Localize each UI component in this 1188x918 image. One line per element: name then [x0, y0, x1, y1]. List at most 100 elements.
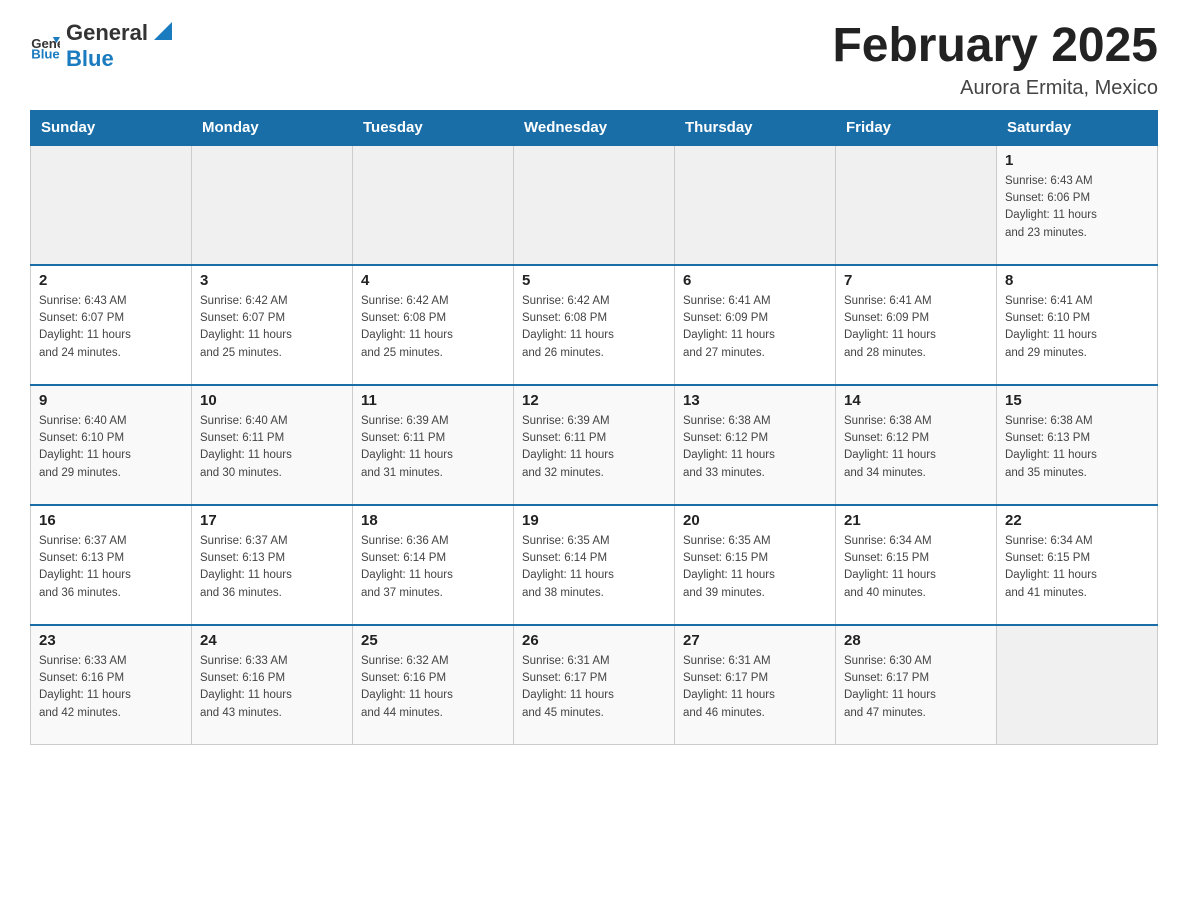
- calendar-cell: 28 Sunrise: 6:30 AMSunset: 6:17 PMDayligh…: [836, 625, 997, 745]
- calendar-cell: [514, 145, 675, 265]
- day-info: Sunrise: 6:34 AMSunset: 6:15 PMDaylight:…: [844, 533, 988, 602]
- calendar-cell: 21 Sunrise: 6:34 AMSunset: 6:15 PMDayligh…: [836, 505, 997, 625]
- day-info: Sunrise: 6:42 AMSunset: 6:08 PMDaylight:…: [522, 293, 666, 362]
- calendar-cell: [997, 625, 1158, 745]
- calendar-cell: 7Sunrise: 6:41 AMSunset: 6:09 PMDaylight…: [836, 265, 997, 385]
- calendar-cell: 10Sunrise: 6:40 AMSunset: 6:11 PMDayligh…: [192, 385, 353, 505]
- day-number: 18: [361, 512, 505, 529]
- calendar-cell: 12 Sunrise: 6:39 AMSunset: 6:11 PMDayligh…: [514, 385, 675, 505]
- calendar-cell: 8 Sunrise: 6:41 AMSunset: 6:10 PMDaylight…: [997, 265, 1158, 385]
- day-number: 8: [1005, 272, 1149, 289]
- calendar-cell: 23 Sunrise: 6:33 AMSunset: 6:16 PMDayligh…: [31, 625, 192, 745]
- day-of-week-header: Tuesday: [353, 110, 514, 145]
- day-number: 15: [1005, 392, 1149, 409]
- day-info: Sunrise: 6:33 AMSunset: 6:16 PMDaylight:…: [39, 653, 183, 722]
- day-info: Sunrise: 6:32 AMSunset: 6:16 PMDaylight:…: [361, 653, 505, 722]
- calendar-week-row: 9 Sunrise: 6:40 AMSunset: 6:10 PMDaylight…: [31, 385, 1158, 505]
- day-info: Sunrise: 6:40 AMSunset: 6:10 PMDaylight:…: [39, 413, 183, 482]
- calendar-cell: 9 Sunrise: 6:40 AMSunset: 6:10 PMDaylight…: [31, 385, 192, 505]
- day-number: 17: [200, 512, 344, 529]
- day-number: 22: [1005, 512, 1149, 529]
- day-info: Sunrise: 6:43 AMSunset: 6:06 PMDaylight:…: [1005, 173, 1149, 242]
- day-number: 13: [683, 392, 827, 409]
- day-number: 9: [39, 392, 183, 409]
- calendar-cell: [192, 145, 353, 265]
- day-info: Sunrise: 6:41 AMSunset: 6:09 PMDaylight:…: [683, 293, 827, 362]
- calendar-cell: 19Sunrise: 6:35 AMSunset: 6:14 PMDayligh…: [514, 505, 675, 625]
- calendar-week-row: 23 Sunrise: 6:33 AMSunset: 6:16 PMDayligh…: [31, 625, 1158, 745]
- calendar-cell: 11Sunrise: 6:39 AMSunset: 6:11 PMDayligh…: [353, 385, 514, 505]
- calendar-cell: 6 Sunrise: 6:41 AMSunset: 6:09 PMDaylight…: [675, 265, 836, 385]
- day-info: Sunrise: 6:35 AMSunset: 6:15 PMDaylight:…: [683, 533, 827, 602]
- day-info: Sunrise: 6:30 AMSunset: 6:17 PMDaylight:…: [844, 653, 988, 722]
- day-of-week-header: Wednesday: [514, 110, 675, 145]
- day-info: Sunrise: 6:38 AMSunset: 6:12 PMDaylight:…: [683, 413, 827, 482]
- calendar-cell: [675, 145, 836, 265]
- day-number: 3: [200, 272, 344, 289]
- day-info: Sunrise: 6:33 AMSunset: 6:16 PMDaylight:…: [200, 653, 344, 722]
- day-number: 24: [200, 632, 344, 649]
- day-number: 5: [522, 272, 666, 289]
- calendar-cell: [836, 145, 997, 265]
- day-info: Sunrise: 6:42 AMSunset: 6:08 PMDaylight:…: [361, 293, 505, 362]
- calendar-cell: [31, 145, 192, 265]
- day-number: 11: [361, 392, 505, 409]
- day-number: 23: [39, 632, 183, 649]
- page-header: General Blue General Blue February 2025 …: [30, 20, 1158, 100]
- day-number: 20: [683, 512, 827, 529]
- calendar-cell: 15 Sunrise: 6:38 AMSunset: 6:13 PMDayligh…: [997, 385, 1158, 505]
- day-number: 4: [361, 272, 505, 289]
- day-number: 21: [844, 512, 988, 529]
- day-info: Sunrise: 6:38 AMSunset: 6:12 PMDaylight:…: [844, 413, 988, 482]
- calendar-cell: 3 Sunrise: 6:42 AMSunset: 6:07 PMDaylight…: [192, 265, 353, 385]
- day-info: Sunrise: 6:43 AMSunset: 6:07 PMDaylight:…: [39, 293, 183, 362]
- calendar-cell: 17 Sunrise: 6:37 AMSunset: 6:13 PMDayligh…: [192, 505, 353, 625]
- calendar-cell: 25 Sunrise: 6:32 AMSunset: 6:16 PMDayligh…: [353, 625, 514, 745]
- calendar-table: SundayMondayTuesdayWednesdayThursdayFrid…: [30, 110, 1158, 746]
- calendar-cell: 27Sunrise: 6:31 AMSunset: 6:17 PMDayligh…: [675, 625, 836, 745]
- day-info: Sunrise: 6:37 AMSunset: 6:13 PMDaylight:…: [200, 533, 344, 602]
- day-of-week-header: Monday: [192, 110, 353, 145]
- day-number: 10: [200, 392, 344, 409]
- day-info: Sunrise: 6:35 AMSunset: 6:14 PMDaylight:…: [522, 533, 666, 602]
- day-number: 26: [522, 632, 666, 649]
- day-number: 7: [844, 272, 988, 289]
- calendar-cell: 2Sunrise: 6:43 AMSunset: 6:07 PMDaylight…: [31, 265, 192, 385]
- day-number: 14: [844, 392, 988, 409]
- logo: General Blue General Blue: [30, 20, 174, 72]
- calendar-cell: 1 Sunrise: 6:43 AMSunset: 6:06 PMDaylight…: [997, 145, 1158, 265]
- day-info: Sunrise: 6:39 AMSunset: 6:11 PMDaylight:…: [522, 413, 666, 482]
- day-number: 25: [361, 632, 505, 649]
- calendar-week-row: 1 Sunrise: 6:43 AMSunset: 6:06 PMDaylight…: [31, 145, 1158, 265]
- logo-triangle-icon: [150, 22, 172, 44]
- calendar-cell: 4 Sunrise: 6:42 AMSunset: 6:08 PMDaylight…: [353, 265, 514, 385]
- day-of-week-header: Thursday: [675, 110, 836, 145]
- day-number: 6: [683, 272, 827, 289]
- month-title: February 2025: [832, 20, 1158, 73]
- day-number: 27: [683, 632, 827, 649]
- day-info: Sunrise: 6:36 AMSunset: 6:14 PMDaylight:…: [361, 533, 505, 602]
- day-of-week-header: Sunday: [31, 110, 192, 145]
- calendar-week-row: 2Sunrise: 6:43 AMSunset: 6:07 PMDaylight…: [31, 265, 1158, 385]
- calendar-week-row: 16Sunrise: 6:37 AMSunset: 6:13 PMDayligh…: [31, 505, 1158, 625]
- calendar-cell: 5 Sunrise: 6:42 AMSunset: 6:08 PMDaylight…: [514, 265, 675, 385]
- day-of-week-header: Friday: [836, 110, 997, 145]
- logo-blue-text: Blue: [66, 46, 114, 71]
- day-of-week-header: Saturday: [997, 110, 1158, 145]
- calendar-cell: 26 Sunrise: 6:31 AMSunset: 6:17 PMDayligh…: [514, 625, 675, 745]
- calendar-cell: [353, 145, 514, 265]
- logo-general-text: General: [66, 20, 148, 46]
- day-info: Sunrise: 6:38 AMSunset: 6:13 PMDaylight:…: [1005, 413, 1149, 482]
- calendar-cell: 13 Sunrise: 6:38 AMSunset: 6:12 PMDayligh…: [675, 385, 836, 505]
- day-info: Sunrise: 6:31 AMSunset: 6:17 PMDaylight:…: [522, 653, 666, 722]
- calendar-cell: 22Sunrise: 6:34 AMSunset: 6:15 PMDayligh…: [997, 505, 1158, 625]
- calendar-header-row: SundayMondayTuesdayWednesdayThursdayFrid…: [31, 110, 1158, 145]
- day-info: Sunrise: 6:41 AMSunset: 6:10 PMDaylight:…: [1005, 293, 1149, 362]
- day-number: 12: [522, 392, 666, 409]
- day-number: 1: [1005, 152, 1149, 169]
- title-block: February 2025 Aurora Ermita, Mexico: [832, 20, 1158, 100]
- calendar-cell: 18 Sunrise: 6:36 AMSunset: 6:14 PMDayligh…: [353, 505, 514, 625]
- day-info: Sunrise: 6:42 AMSunset: 6:07 PMDaylight:…: [200, 293, 344, 362]
- calendar-cell: 14 Sunrise: 6:38 AMSunset: 6:12 PMDayligh…: [836, 385, 997, 505]
- day-number: 28: [844, 632, 988, 649]
